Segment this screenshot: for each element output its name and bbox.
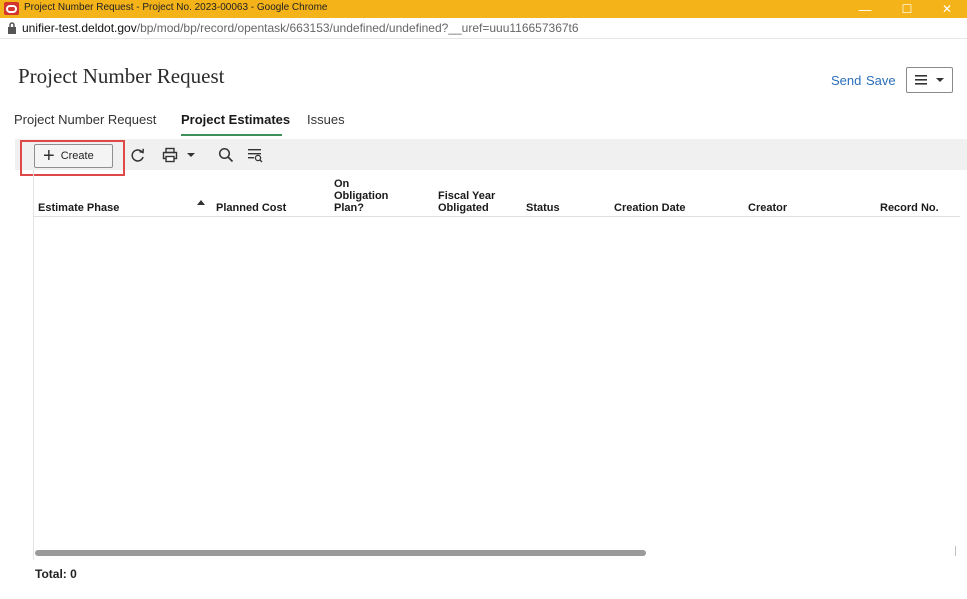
page-title: Project Number Request	[18, 64, 225, 88]
url-text[interactable]: unifier-test.deldot.gov/bp/mod/bp/record…	[22, 21, 579, 35]
chevron-down-icon	[187, 153, 195, 157]
active-tab-indicator	[181, 134, 282, 136]
print-button[interactable]	[162, 146, 196, 164]
grid-header-divider	[33, 216, 960, 217]
column-header-estimate-phase[interactable]: Estimate Phase	[38, 202, 119, 214]
filter-button[interactable]	[247, 146, 263, 164]
url-domain: unifier-test.deldot.gov	[22, 21, 137, 35]
tab-project-estimates[interactable]: Project Estimates	[181, 112, 290, 127]
save-button[interactable]: Save	[866, 73, 896, 88]
print-icon	[162, 147, 178, 163]
oracle-logo-icon	[4, 2, 19, 15]
column-header-status[interactable]: Status	[526, 202, 560, 214]
vertical-scrollbar[interactable]	[955, 546, 956, 556]
estimates-grid	[33, 170, 963, 560]
column-header-fiscal-year-obligated[interactable]: Fiscal Year Obligated	[438, 190, 506, 214]
tab-project-number-request[interactable]: Project Number Request	[14, 112, 156, 127]
url-path: /bp/mod/bp/record/opentask/663153/undefi…	[136, 21, 579, 35]
column-header-creator[interactable]: Creator	[748, 202, 787, 214]
grid-toolbar	[15, 139, 967, 170]
lock-icon	[8, 22, 16, 34]
maximize-button[interactable]: ☐	[887, 0, 927, 18]
search-button[interactable]	[218, 146, 234, 164]
close-button[interactable]: ✕	[927, 0, 967, 18]
refresh-button[interactable]	[130, 146, 146, 164]
refresh-icon	[131, 148, 144, 162]
column-header-planned-cost[interactable]: Planned Cost	[216, 202, 286, 214]
browser-titlebar: Project Number Request - Project No. 202…	[0, 0, 967, 18]
menu-button[interactable]	[906, 67, 953, 93]
minimize-button[interactable]: —	[845, 0, 885, 18]
hamburger-menu-icon	[914, 75, 927, 85]
filter-list-icon	[248, 149, 263, 163]
address-bar[interactable]: unifier-test.deldot.gov/bp/mod/bp/record…	[0, 18, 967, 39]
chevron-down-icon	[935, 78, 944, 82]
column-header-on-obligation-plan[interactable]: On Obligation Plan?	[334, 178, 396, 214]
window-title: Project Number Request - Project No. 202…	[24, 2, 328, 13]
horizontal-scroll-thumb[interactable]	[35, 550, 646, 556]
sort-ascending-icon[interactable]	[197, 200, 205, 205]
total-count: Total: 0	[35, 567, 77, 581]
search-icon	[218, 147, 234, 163]
send-button[interactable]: Send	[831, 73, 861, 88]
tab-issues[interactable]: Issues	[307, 112, 345, 127]
column-header-record-no[interactable]: Record No.	[880, 202, 939, 214]
column-header-creation-date[interactable]: Creation Date	[614, 202, 686, 214]
